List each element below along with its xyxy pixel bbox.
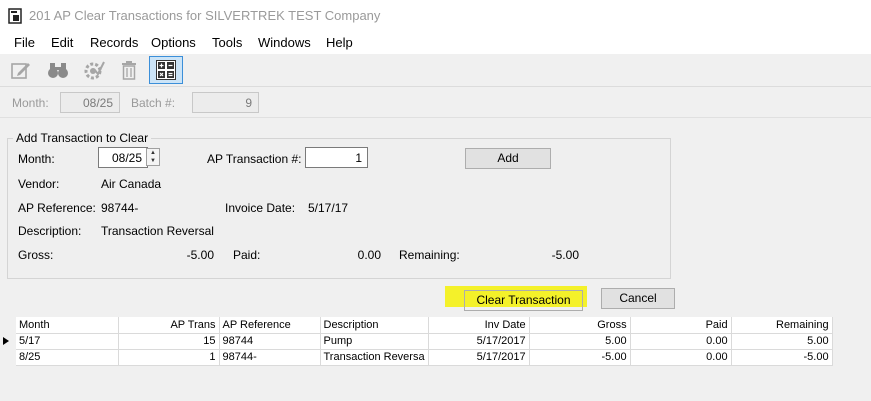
delete-button[interactable]	[114, 56, 144, 84]
spinner-down-icon[interactable]: ▼	[147, 157, 159, 165]
invoice-date-label: Invoice Date:	[225, 201, 296, 215]
current-row-indicator-icon	[3, 337, 9, 345]
ap-transaction-input[interactable]: 1	[305, 147, 368, 168]
transactions-table: Month AP Trans AP Reference Description …	[16, 317, 833, 366]
remaining-label: Remaining:	[399, 248, 460, 262]
col-inv-date[interactable]: Inv Date	[428, 317, 530, 334]
cell-gross: 5.00	[529, 333, 631, 350]
cell-month: 8/25	[16, 349, 119, 366]
month-label: Month:	[18, 152, 55, 166]
header-batch-field: 9	[192, 92, 259, 113]
col-remaining[interactable]: Remaining	[731, 317, 833, 334]
month-input[interactable]: 08/25	[98, 147, 148, 168]
col-gross[interactable]: Gross	[529, 317, 631, 334]
clear-transaction-button[interactable]: Clear Transaction	[464, 290, 583, 311]
trash-icon	[122, 61, 136, 80]
process-button[interactable]	[79, 56, 109, 84]
cell-remaining: -5.00	[731, 349, 833, 366]
gross-value: -5.00	[186, 248, 214, 262]
calculator-icon	[156, 60, 176, 80]
title-bar: 201 AP Clear Transactions for SILVERTREK…	[0, 0, 871, 32]
header-batch-label: Batch #:	[131, 96, 176, 110]
table-header-row: Month AP Trans AP Reference Description …	[16, 317, 833, 334]
ap-reference-label: AP Reference:	[18, 201, 96, 215]
group-title: Add Transaction to Clear	[13, 131, 152, 145]
menu-windows[interactable]: Windows	[258, 35, 311, 50]
cell-description: Pump	[320, 333, 429, 350]
ap-transaction-label: AP Transaction #:	[207, 152, 302, 166]
add-button[interactable]: Add	[465, 148, 551, 169]
vendor-value: Air Canada	[101, 177, 162, 191]
col-ap-trans[interactable]: AP Trans	[118, 317, 220, 334]
toolbar	[0, 54, 871, 87]
month-spinner[interactable]: ▲ ▼	[146, 148, 160, 166]
cell-ap-trans: 1	[118, 349, 220, 366]
cell-remaining: 5.00	[731, 333, 833, 350]
window-title: 201 AP Clear Transactions for SILVERTREK…	[29, 8, 381, 23]
description-value: Transaction Reversal	[101, 224, 214, 238]
remaining-value: -5.00	[551, 248, 579, 262]
cell-description: Transaction Reversa	[320, 349, 429, 366]
batch-header: Month: 08/25 Batch #: 9	[0, 88, 871, 118]
calculator-button[interactable]	[149, 56, 183, 84]
cancel-button[interactable]: Cancel	[601, 288, 675, 309]
invoice-date-value: 5/17/17	[308, 201, 349, 215]
vendor-label: Vendor:	[18, 177, 60, 191]
cell-ap-reference: 98744-	[219, 349, 321, 366]
header-month-label: Month:	[12, 96, 49, 110]
table-row[interactable]: 5/17 15 98744 Pump 5/17/2017 5.00 0.00 5…	[16, 333, 833, 350]
gear-check-icon	[84, 61, 105, 80]
cell-paid: 0.00	[630, 349, 732, 366]
menu-help[interactable]: Help	[326, 35, 353, 50]
app-icon	[8, 8, 22, 24]
cell-month: 5/17	[16, 333, 119, 350]
paid-value: 0.00	[357, 248, 381, 262]
cell-gross: -5.00	[529, 349, 631, 366]
col-ap-reference[interactable]: AP Reference	[219, 317, 321, 334]
cell-paid: 0.00	[630, 333, 732, 350]
menu-bar: File Edit Records Options Tools Windows …	[0, 32, 871, 54]
menu-tools[interactable]: Tools	[212, 35, 242, 50]
cell-inv-date: 5/17/2017	[428, 349, 530, 366]
menu-file[interactable]: File	[14, 35, 35, 50]
spinner-up-icon[interactable]: ▲	[147, 149, 159, 157]
transactions-grid: Month AP Trans AP Reference Description …	[0, 317, 871, 401]
menu-options[interactable]: Options	[151, 35, 196, 50]
table-row[interactable]: 8/25 1 98744- Transaction Reversa 5/17/2…	[16, 349, 833, 366]
edit-icon	[11, 63, 30, 79]
col-description[interactable]: Description	[320, 317, 429, 334]
col-paid[interactable]: Paid	[630, 317, 732, 334]
cell-inv-date: 5/17/2017	[428, 333, 530, 350]
edit-record-button[interactable]	[6, 56, 36, 84]
description-label: Description:	[18, 224, 82, 238]
find-button[interactable]	[43, 56, 73, 84]
paid-label: Paid:	[233, 248, 261, 262]
ap-reference-value: 98744-	[101, 201, 139, 215]
gross-label: Gross:	[18, 248, 54, 262]
cell-ap-reference: 98744	[219, 333, 321, 350]
cell-ap-trans: 15	[118, 333, 220, 350]
col-month[interactable]: Month	[16, 317, 119, 334]
binoculars-icon	[48, 63, 68, 78]
menu-edit[interactable]: Edit	[51, 35, 73, 50]
menu-records[interactable]: Records	[90, 35, 138, 50]
header-month-field: 08/25	[60, 92, 120, 113]
